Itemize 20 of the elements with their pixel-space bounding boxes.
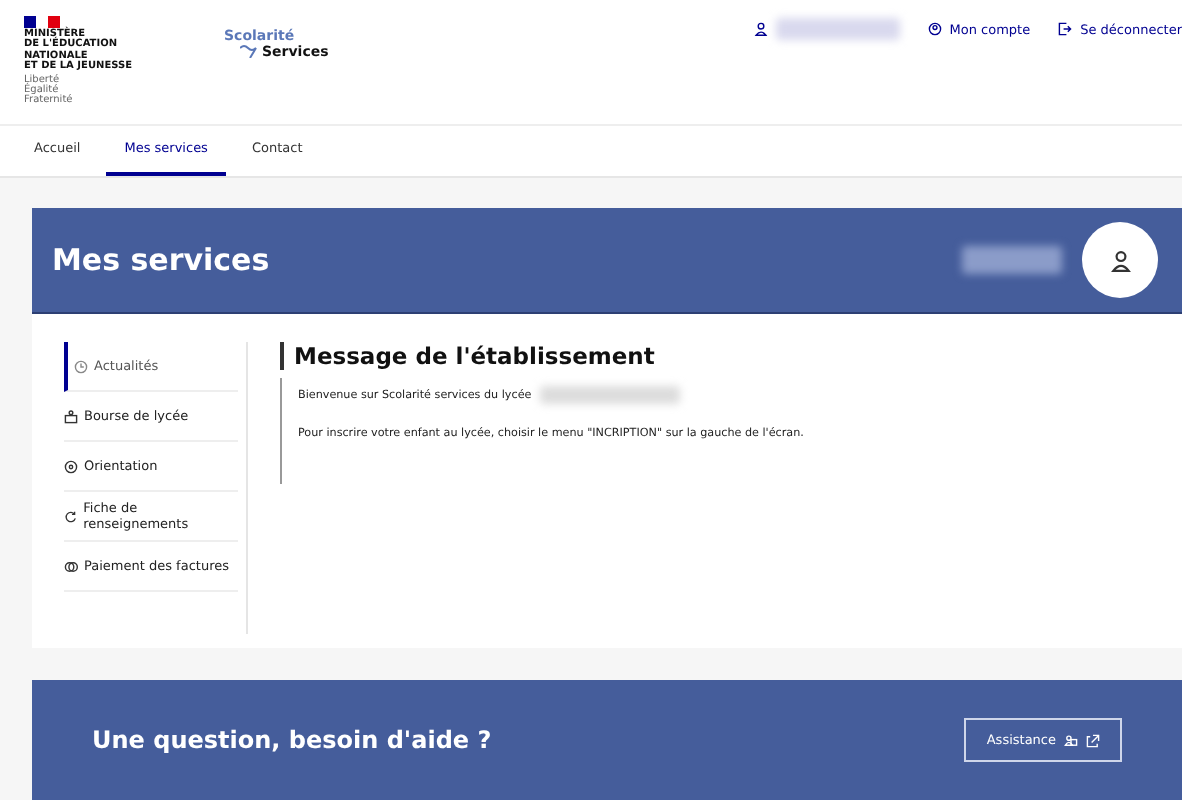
logout-icon <box>1058 22 1073 37</box>
avatar[interactable] <box>1082 222 1158 298</box>
account-icon <box>927 22 942 37</box>
compass-icon <box>64 459 78 473</box>
message-title: Message de l'établissement <box>280 342 804 370</box>
clock-icon <box>74 359 88 373</box>
blurred-name <box>539 386 680 404</box>
help-title: Une question, besoin d'aide ? <box>92 726 492 754</box>
wave-icon <box>240 44 260 59</box>
user-icon <box>1109 249 1131 271</box>
user-icon <box>753 22 768 37</box>
blurred-name <box>962 246 1062 274</box>
page-title: Mes services <box>52 242 270 278</box>
coins-icon <box>64 559 78 573</box>
external-link-icon <box>1086 733 1100 747</box>
blurred-name <box>775 18 900 41</box>
refresh-icon <box>64 509 78 523</box>
money-icon <box>64 409 78 423</box>
flag-icon <box>24 15 60 28</box>
people-icon <box>1064 733 1078 747</box>
